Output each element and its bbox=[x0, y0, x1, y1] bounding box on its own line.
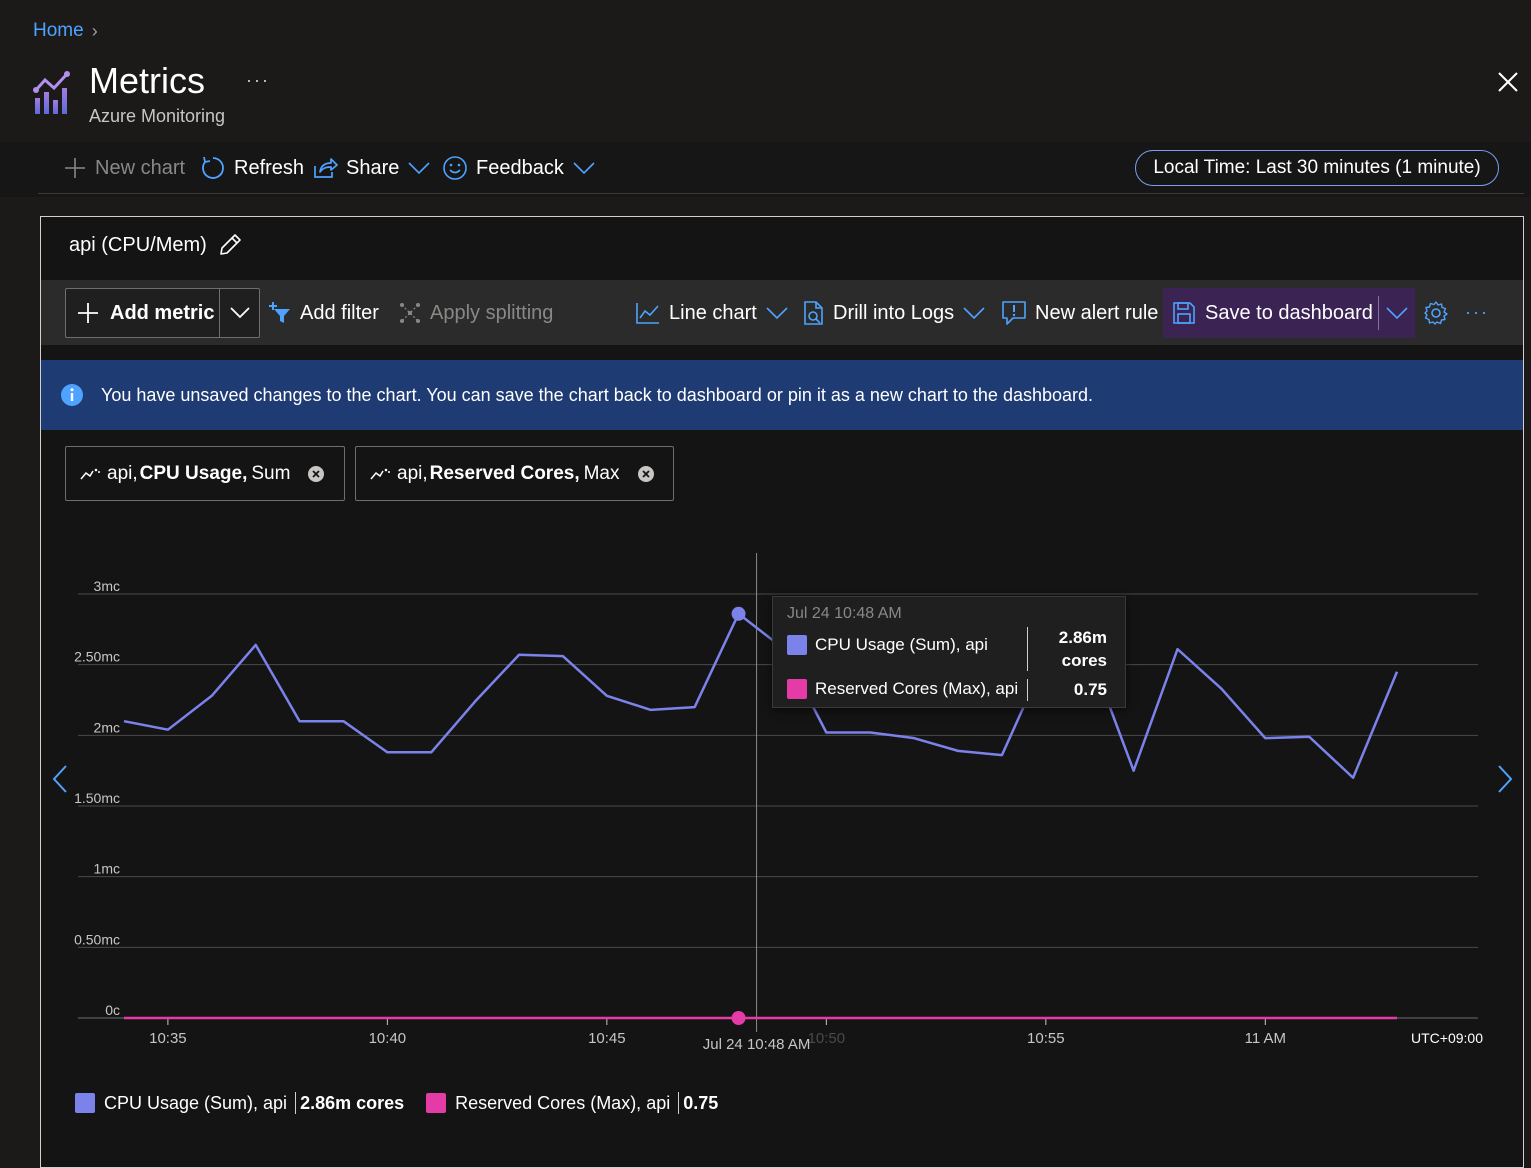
tooltip-divider bbox=[1027, 679, 1028, 701]
timezone-label: UTC+09:00 bbox=[1411, 1030, 1483, 1046]
legend-value: 2.86m cores bbox=[300, 1092, 405, 1113]
x-tick-label: 10:35 bbox=[149, 1030, 187, 1047]
tooltip-value-cpu: 2.86m cores bbox=[1059, 626, 1107, 672]
legend-swatch bbox=[787, 679, 807, 699]
tooltip-label: CPU Usage (Sum), api bbox=[815, 635, 988, 654]
tooltip-value-line2: cores bbox=[1061, 651, 1107, 670]
tooltip-value-line1: 2.86m bbox=[1058, 628, 1107, 647]
legend-swatch bbox=[426, 1093, 447, 1113]
y-tick-label: 3mc bbox=[94, 578, 120, 594]
legend-divider bbox=[678, 1092, 680, 1114]
tooltip-value-reserved: 0.75 bbox=[1073, 680, 1107, 699]
legend-swatch bbox=[75, 1093, 95, 1113]
y-tick-label: 1.50mc bbox=[74, 790, 120, 806]
legend-swatch bbox=[787, 635, 807, 655]
y-tick-label: 0c bbox=[105, 1002, 120, 1018]
tooltip-divider bbox=[1027, 627, 1028, 671]
chevron-right-icon[interactable] bbox=[1495, 764, 1515, 794]
chart-legend: CPU Usage (Sum), api 2.86m cores Reserve… bbox=[75, 1092, 740, 1114]
hover-x-label: Jul 24 10:48 AM bbox=[703, 1036, 811, 1053]
legend-label[interactable]: CPU Usage (Sum), api bbox=[104, 1093, 287, 1114]
x-tick-label: 10:45 bbox=[588, 1030, 626, 1047]
legend-label[interactable]: Reserved Cores (Max), api bbox=[455, 1093, 670, 1114]
tooltip-time: Jul 24 10:48 AM bbox=[787, 605, 902, 622]
x-tick-label: 10:40 bbox=[369, 1030, 407, 1047]
hover-point-cpu-usage bbox=[731, 606, 746, 621]
chevron-left-icon[interactable] bbox=[50, 764, 70, 794]
series-line-cpu-usage bbox=[123, 612, 1399, 779]
chart-tooltip: Jul 24 10:48 AM CPU Usage (Sum), api 2.8… bbox=[772, 596, 1126, 708]
legend-value: 0.75 bbox=[683, 1092, 719, 1113]
y-tick-label: 0.50mc bbox=[74, 931, 120, 947]
tooltip-row-cpu: CPU Usage (Sum), api bbox=[787, 635, 988, 655]
y-tick-label: 2mc bbox=[94, 719, 120, 735]
y-tick-label: 1mc bbox=[94, 861, 120, 877]
x-tick-label: 11 AM bbox=[1245, 1030, 1286, 1047]
line-chart[interactable]: 0c 0.50mc 1mc 1.50mc 2mc 2.50mc 3mc 10:35 10:40 1… bbox=[0, 0, 1531, 1168]
tooltip-row-reserved: Reserved Cores (Max), api bbox=[787, 679, 1018, 699]
y-tick-label: 2.50mc bbox=[74, 649, 120, 665]
x-tick-label: 10:50 bbox=[808, 1030, 846, 1047]
hover-point-reserved-cores bbox=[731, 1011, 746, 1025]
tooltip-label: Reserved Cores (Max), api bbox=[815, 679, 1019, 698]
x-tick-label: 10:55 bbox=[1027, 1030, 1065, 1047]
legend-divider bbox=[295, 1092, 297, 1114]
